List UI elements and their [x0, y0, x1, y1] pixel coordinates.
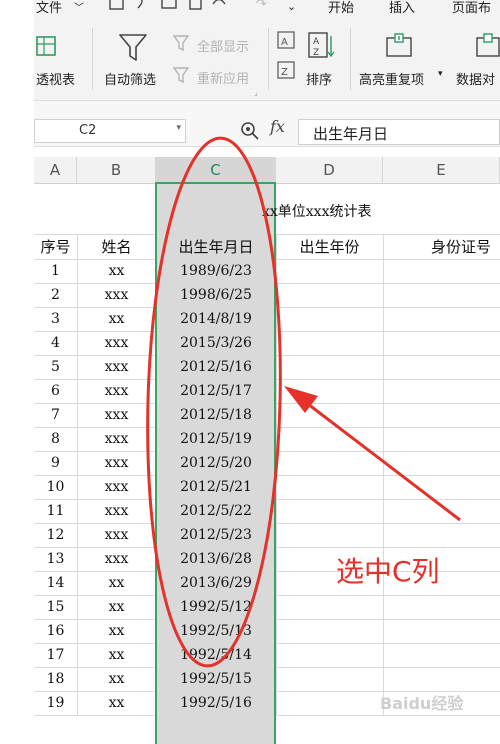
annotation-overlay [146, 136, 461, 668]
watermark: Baidu经验 [380, 694, 464, 713]
highlight-ellipse [146, 136, 282, 668]
annotation-label: 选中C列 [336, 555, 440, 588]
pointer-arrow [299, 396, 461, 522]
